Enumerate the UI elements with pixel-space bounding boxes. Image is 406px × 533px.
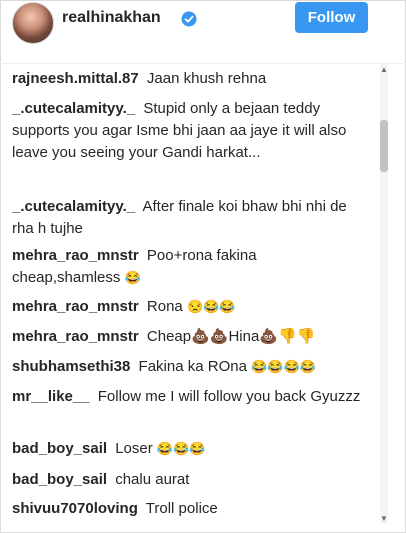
comment-author[interactable]: bad_boy_sail [12,471,107,488]
post-header: realhinakhan Follow [0,0,406,64]
comment-author[interactable]: mehra_rao_mnstr [12,298,139,315]
comment-author[interactable]: mr__like__ [12,388,90,405]
laughing-emoji-icon: 😂😂😂 [156,441,206,456]
follow-button[interactable]: Follow [295,2,368,33]
comment-item: bad_boy_sail chalu aurat [12,469,362,491]
comment-author[interactable]: mehra_rao_mnstr [12,328,139,345]
comment-text: Rona [146,298,183,315]
comment-item: mehra_rao_mnstr Rona 😒😂😂 [12,296,362,318]
comment-author[interactable]: rajneesh.mittal.87 [12,70,139,87]
comment-author[interactable]: _.cutecalamityy._ [12,100,135,117]
profile-username[interactable]: realhinakhan [62,9,161,27]
comment-text: chalu aurat [115,471,190,488]
comment-author[interactable]: shubhamsethi38 [12,358,130,375]
verified-badge-icon [181,11,197,27]
emoji-icons: 😒😂😂 [186,299,236,314]
comment-text: Fakina ka ROna [138,358,247,375]
comment-author[interactable]: _.cutecalamityy._ [12,198,135,215]
laughing-emoji-icon: 😂 [124,270,141,285]
comment-author[interactable]: bad_boy_sail [12,440,107,457]
scroll-down-icon[interactable]: ▼ [380,515,388,523]
comment-item: _.cutecalamityy._ After finale koi bhaw … [12,196,362,240]
comment-text: Troll police [145,500,218,517]
comment-item: bad_boy_sail Loser 😂😂😂 [12,438,362,460]
comment-author[interactable]: mehra_rao_mnstr [12,247,139,264]
comment-text: Follow me I will follow you back Gyuzzz [97,388,361,405]
profile-avatar[interactable] [12,2,54,44]
comment-item: shubhamsethi38 Fakina ka ROna 😂😂😂😂 [12,356,362,378]
scroll-up-icon[interactable]: ▲ [380,66,388,74]
comments-list: rajneesh.mittal.87 Jaan khush rehna _.cu… [12,64,362,524]
comment-item: rajneesh.mittal.87 Jaan khush rehna [12,68,362,90]
comment-author[interactable]: shivuu7070loving [12,500,138,517]
comment-item: _.cutecalamityy._ Stupid only a bejaan t… [12,98,362,164]
comment-text: Cheap💩💩Hina💩👎👎 [146,328,316,345]
comment-text: Jaan khush rehna [146,70,267,87]
comment-item: mehra_rao_mnstr Poo+rona fakina cheap,sh… [12,245,362,289]
laughing-emoji-icon: 😂😂😂😂 [251,359,316,374]
scrollbar-thumb[interactable] [380,120,388,172]
comment-item: shivuu7070loving Troll police [12,498,362,520]
comment-item: mehra_rao_mnstr Cheap💩💩Hina💩👎👎 [12,326,362,348]
comment-text: Loser [115,440,153,457]
comment-item: mr__like__ Follow me I will follow you b… [12,386,362,408]
